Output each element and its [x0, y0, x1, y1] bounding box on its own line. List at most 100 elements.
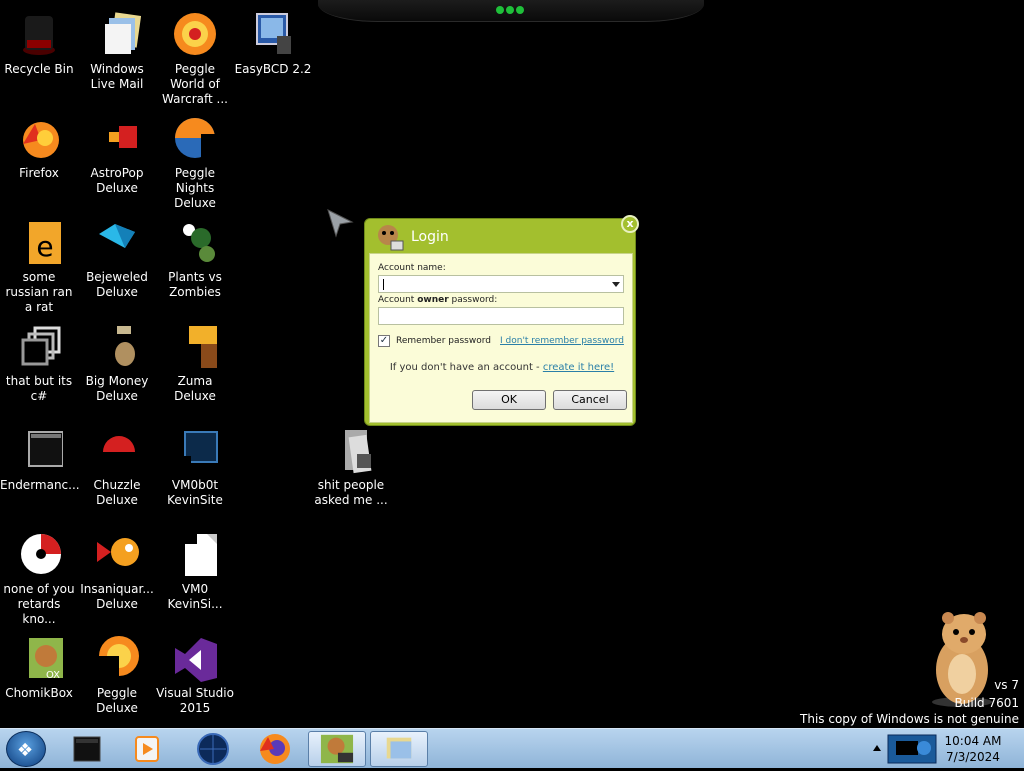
fish-icon [97, 538, 139, 566]
mail-icon [386, 737, 412, 759]
desktop-icon-vm0b0t[interactable]: VM0b0t KevinSite [156, 420, 234, 520]
desktop-icon-endermanc[interactable]: Endermanc... [0, 420, 80, 520]
password-label: Account owner password: [378, 295, 497, 305]
icon-label: Visual Studio 2015 [156, 686, 234, 715]
taskbar-item-media-player[interactable] [118, 731, 176, 767]
icon-label: VM0 KevinSi... [167, 582, 223, 611]
desktop-icon-that-but-c[interactable]: that but its c# [0, 316, 78, 416]
desktop-icon-easybcd[interactable]: EasyBCD 2.2 [234, 4, 312, 104]
desktop-icon-windows-live-mail[interactable]: Windows Live Mail [78, 4, 156, 104]
easybcd-icon [256, 13, 291, 54]
chomikbox-icon: OX [29, 638, 63, 681]
chomikbox-app-icon [378, 225, 404, 251]
clock-date: 7/3/2024 [946, 750, 1000, 764]
icon-label: ChomikBox [5, 686, 73, 700]
folder-icon [345, 430, 372, 474]
terminal-icon [28, 431, 63, 467]
peggle-icon [174, 13, 216, 55]
show-hidden-icons-icon[interactable] [870, 739, 884, 759]
icon-label: Peggle World of Warcraft ... [162, 62, 228, 106]
desktop-icon-russian-rat[interactable]: e some russian ran a rat [0, 212, 78, 314]
explorer-icon [73, 736, 101, 762]
desktop: Recycle Bin Firefox e some russian ran a… [0, 0, 1024, 728]
firefox-icon [23, 122, 59, 158]
taskbar-item-firefox[interactable] [246, 731, 304, 767]
icon-label: Bejeweled Deluxe [86, 270, 148, 299]
mail-icon [105, 12, 141, 54]
plants-icon [183, 224, 215, 262]
password-field[interactable] [378, 307, 624, 325]
file-icon [175, 534, 217, 576]
account-name-label: Account name: [378, 263, 446, 273]
desktop-icon-zuma[interactable]: Zuma Deluxe [156, 316, 234, 416]
money-icon [115, 326, 135, 366]
desktop-icon-peggle-wow[interactable]: Peggle World of Warcraft ... [156, 4, 234, 106]
top-gadget-bar [318, 0, 704, 22]
desktop-icon-firefox[interactable]: Firefox [0, 108, 78, 208]
network-icon[interactable] [886, 733, 938, 765]
genuine-warning-text: This copy of Windows is not genuine [800, 712, 1019, 726]
login-panel: Account name: Account owner password: ✓ … [369, 253, 633, 423]
password-label-bold: owner [417, 295, 449, 305]
desktop-icon-insaniquarium[interactable]: Insaniquar... Deluxe [78, 524, 156, 624]
taskbar-item-file-explorer[interactable] [58, 731, 116, 767]
text-caret [383, 279, 384, 290]
globe-icon [197, 733, 229, 765]
desktop-icon-astropop[interactable]: AstroPop Deluxe [78, 108, 156, 208]
taskbar-item-chomikbox[interactable] [308, 731, 366, 767]
start-button[interactable]: ❖ [6, 731, 46, 767]
create-account-link[interactable]: create it here! [543, 362, 614, 373]
chevron-down-icon[interactable] [612, 282, 620, 287]
icon-label: Recycle Bin [4, 62, 74, 76]
visual-studio-icon [175, 638, 217, 682]
no-account-prefix: If you don't have an account - [389, 362, 543, 373]
dialog-title: Login [411, 229, 449, 245]
document-icon: e [29, 222, 61, 264]
icon-label: EasyBCD 2.2 [234, 62, 312, 76]
desktop-icon-visual-studio[interactable]: Visual Studio 2015 [156, 628, 234, 728]
clock[interactable]: 10:04 AM 7/3/2024 [940, 733, 1006, 765]
firefox-icon [260, 734, 290, 764]
cancel-button[interactable]: Cancel [553, 390, 627, 410]
desktop-icon-recycle-bin[interactable]: Recycle Bin [0, 4, 78, 104]
icon-label: shit people asked me ... [314, 478, 388, 507]
desktop-icon-peggle-deluxe[interactable]: Peggle Deluxe [78, 628, 156, 728]
vm-icon [175, 431, 218, 470]
status-dot-icon [516, 6, 524, 14]
taskbar-item-mail[interactable] [370, 731, 428, 767]
desktop-icon-vm0-kevinsite[interactable]: VM0 KevinSi... [156, 524, 234, 624]
icon-label: Endermanc... [0, 478, 80, 492]
icon-label: Peggle Nights Deluxe [174, 166, 216, 210]
icon-label: Windows Live Mail [90, 62, 144, 91]
password-label-prefix: Account [378, 295, 418, 305]
icon-label: Peggle Deluxe [96, 686, 138, 715]
desktop-icon-bejeweled[interactable]: Bejeweled Deluxe [78, 212, 156, 312]
account-name-dropdown[interactable] [378, 275, 624, 293]
forgot-password-link[interactable]: I don't remember password [500, 336, 624, 346]
close-button[interactable]: x [621, 215, 639, 233]
icon-label: none of you retards kno... [3, 582, 75, 626]
shortcut-icon [21, 326, 61, 366]
desktop-icon-chomikbox[interactable]: OX ChomikBox [0, 628, 78, 728]
hamster-gadget-icon [932, 612, 992, 707]
desktop-icon-big-money[interactable]: Big Money Deluxe [78, 316, 156, 416]
icon-label: Chuzzle Deluxe [93, 478, 141, 507]
media-player-icon [135, 736, 159, 762]
login-dialog: Login x Account name: Account owner pass… [364, 215, 639, 426]
svg-text:e: e [36, 230, 53, 263]
desktop-icon-none-of-you[interactable]: none of you retards kno... [0, 524, 78, 626]
password-label-suffix: password: [448, 295, 498, 305]
svg-text:OX: OX [46, 670, 60, 681]
peggle-nights-icon [175, 118, 219, 160]
taskbar-item-globe[interactable] [184, 731, 242, 767]
desktop-icon-peggle-nights[interactable]: Peggle Nights Deluxe [156, 108, 234, 210]
desktop-icon-plants-vs-zombies[interactable]: Plants vs Zombies [156, 212, 234, 312]
windows-logo-icon: ❖ [17, 740, 34, 761]
icon-label: that but its c# [5, 374, 73, 403]
bejeweled-icon [99, 224, 135, 248]
desktop-icon-chuzzle[interactable]: Chuzzle Deluxe [78, 420, 156, 520]
remember-password-checkbox[interactable]: ✓ [378, 335, 390, 347]
desktop-icon-shit-people-asked[interactable]: shit people asked me ... [312, 420, 390, 520]
ok-button[interactable]: OK [472, 390, 546, 410]
chomikbox-icon [320, 734, 354, 764]
